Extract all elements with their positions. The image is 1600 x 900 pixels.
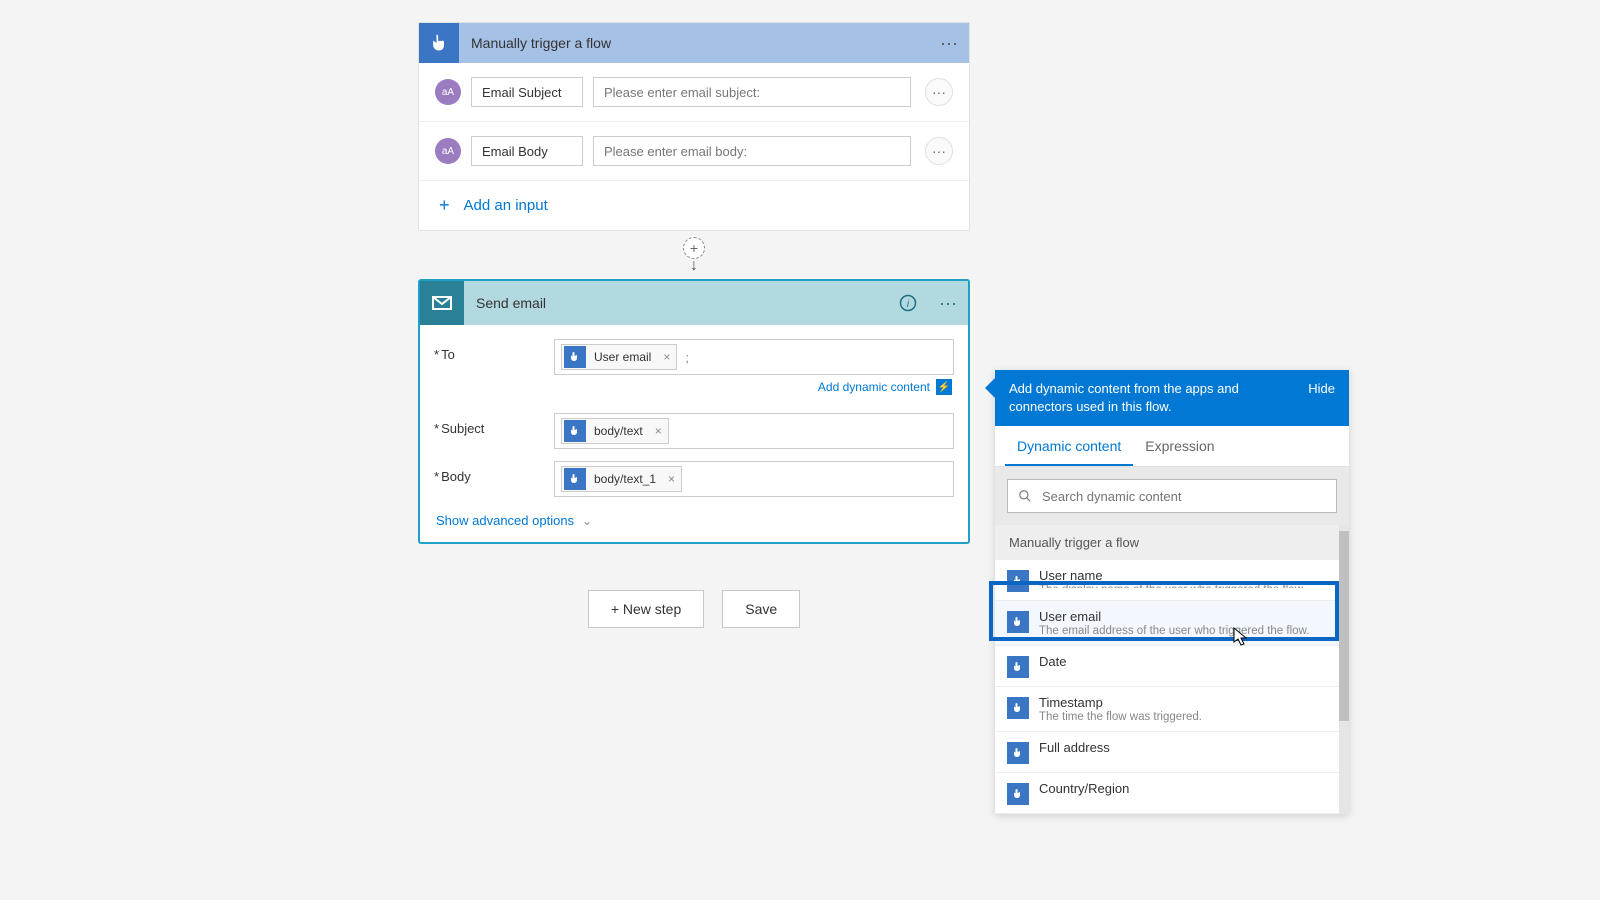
item-full-address[interactable]: Full address (995, 732, 1349, 773)
add-input-label: Add an input (464, 197, 548, 214)
token-body-text-1[interactable]: body/text_1 × (561, 466, 682, 492)
flyout-tabs: Dynamic content Expression (995, 426, 1349, 467)
search-icon (1018, 489, 1032, 503)
token-remove[interactable]: × (662, 472, 681, 486)
trigger-card: Manually trigger a flow ··· aA Email Sub… (418, 22, 970, 231)
action-header: Send email i ··· (420, 281, 968, 325)
save-button[interactable]: Save (722, 590, 800, 628)
item-user-name[interactable]: User nameThe display name of the user wh… (995, 560, 1349, 601)
subject-label: *Subject (434, 413, 554, 436)
trigger-input-row: aA Email Body Please enter email body: ·… (419, 122, 969, 181)
send-email-icon (420, 281, 464, 325)
body-label: *Body (434, 461, 554, 484)
tab-expression[interactable]: Expression (1133, 426, 1226, 466)
token-body-text[interactable]: body/text × (561, 418, 669, 444)
flyout-search-wrap (995, 467, 1349, 525)
subject-row: *Subject body/text × (434, 407, 954, 455)
token-icon (564, 346, 586, 368)
add-input-button[interactable]: + Add an input (419, 181, 969, 230)
token-remove[interactable]: × (657, 350, 676, 364)
flyout-pointer (985, 378, 995, 398)
manual-trigger-icon (419, 23, 459, 63)
input-name-field[interactable]: Email Subject (471, 77, 583, 107)
chevron-down-icon: ⌄ (582, 514, 592, 528)
flyout-list: Manually trigger a flow User nameThe dis… (995, 525, 1349, 814)
add-step-circle[interactable]: + (683, 237, 705, 259)
text-type-icon: aA (435, 138, 461, 164)
add-dynamic-content-link[interactable]: Add dynamic content ⚡ (554, 379, 952, 395)
input-value-field[interactable]: Please enter email subject: (593, 77, 911, 107)
trigger-header: Manually trigger a flow ··· (419, 23, 969, 63)
flyout-hide-button[interactable]: Hide (1308, 380, 1335, 416)
token-remove[interactable]: × (649, 424, 668, 438)
lightning-icon: ⚡ (936, 379, 952, 395)
action-menu-button[interactable]: ··· (928, 281, 968, 325)
subject-field[interactable]: body/text × (554, 413, 954, 449)
token-icon (1007, 656, 1029, 678)
token-icon (564, 468, 586, 490)
dynamic-content-flyout: Add dynamic content from the apps and co… (995, 370, 1349, 814)
item-user-email[interactable]: User emailThe email address of the user … (995, 601, 1349, 646)
token-user-email[interactable]: User email × (561, 344, 677, 370)
item-date[interactable]: Date (995, 646, 1349, 687)
show-advanced-options[interactable]: Show advanced options ⌄ (420, 503, 968, 542)
input-row-menu[interactable]: ··· (925, 137, 953, 165)
token-icon (564, 420, 586, 442)
token-icon (1007, 570, 1029, 592)
trigger-menu-button[interactable]: ··· (929, 23, 969, 63)
token-label: User email (588, 350, 657, 364)
flyout-search[interactable] (1007, 479, 1337, 513)
plus-icon: + (439, 195, 450, 216)
text-type-icon: aA (435, 79, 461, 105)
input-row-menu[interactable]: ··· (925, 78, 953, 106)
tab-dynamic-content[interactable]: Dynamic content (1005, 426, 1133, 466)
action-title: Send email (476, 295, 888, 311)
item-country-region[interactable]: Country/Region (995, 773, 1349, 814)
token-icon (1007, 611, 1029, 633)
info-icon[interactable]: i (888, 281, 928, 325)
svg-text:i: i (907, 299, 910, 310)
action-card: Send email i ··· *To User email × ; (418, 279, 970, 544)
to-label: *To (434, 339, 554, 362)
flyout-section-header: Manually trigger a flow (995, 525, 1349, 560)
body-row: *Body body/text_1 × (434, 455, 954, 503)
token-label: body/text_1 (588, 472, 662, 486)
input-value-field[interactable]: Please enter email body: (593, 136, 911, 166)
token-icon (1007, 783, 1029, 805)
arrow-down-icon: ↓ (690, 257, 698, 275)
new-step-button[interactable]: + New step (588, 590, 704, 628)
flyout-message: Add dynamic content from the apps and co… (1009, 380, 1308, 416)
to-suffix: ; (681, 350, 689, 365)
token-icon (1007, 697, 1029, 719)
to-row: *To User email × ; Add dynamic content ⚡ (434, 333, 954, 407)
input-name-field[interactable]: Email Body (471, 136, 583, 166)
item-timestamp[interactable]: TimestampThe time the flow was triggered… (995, 687, 1349, 732)
search-input[interactable] (1042, 489, 1326, 504)
scrollbar-thumb[interactable] (1339, 531, 1349, 721)
flyout-header: Add dynamic content from the apps and co… (995, 370, 1349, 426)
connector: + ↓ (418, 237, 970, 275)
token-label: body/text (588, 424, 649, 438)
to-field[interactable]: User email × ; (554, 339, 954, 375)
token-icon (1007, 742, 1029, 764)
trigger-title: Manually trigger a flow (471, 35, 929, 51)
bottom-buttons: + New step Save (418, 590, 970, 628)
trigger-input-row: aA Email Subject Please enter email subj… (419, 63, 969, 122)
body-field[interactable]: body/text_1 × (554, 461, 954, 497)
